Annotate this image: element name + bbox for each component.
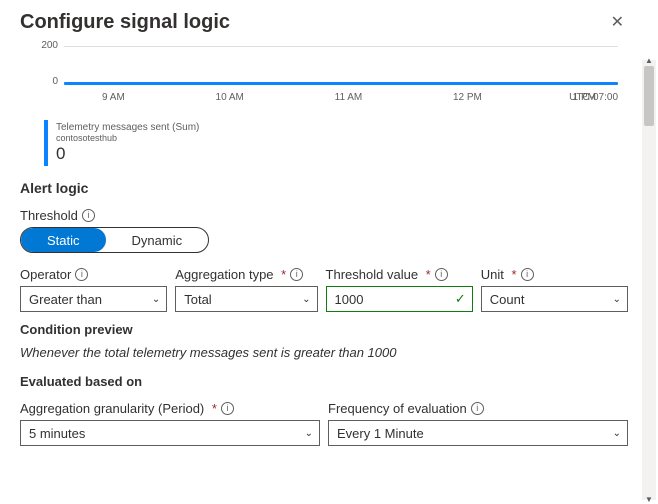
- frequency-value: Every 1 Minute: [337, 426, 424, 441]
- evaluated-heading: Evaluated based on: [20, 374, 628, 389]
- toggle-dynamic[interactable]: Dynamic: [106, 228, 209, 252]
- required-marker: *: [278, 267, 287, 282]
- y-tick: 0: [52, 76, 58, 87]
- unit-value: Count: [490, 292, 525, 307]
- operator-select[interactable]: Greater than ⌄: [20, 286, 167, 312]
- alert-logic-heading: Alert logic: [20, 180, 628, 196]
- panel-title: Configure signal logic: [20, 11, 230, 34]
- required-marker: *: [422, 267, 431, 282]
- granularity-value: 5 minutes: [29, 426, 85, 441]
- legend-value: 0: [56, 144, 618, 164]
- required-marker: *: [208, 401, 217, 416]
- close-icon[interactable]: ✕: [607, 8, 628, 36]
- condition-preview-heading: Condition preview: [20, 322, 628, 337]
- x-tick: 9 AM: [102, 92, 125, 103]
- chevron-down-icon: ⌄: [305, 428, 313, 439]
- threshold-value-label: Threshold value: [326, 267, 419, 282]
- threshold-label: Threshold: [20, 208, 78, 223]
- granularity-label: Aggregation granularity (Period): [20, 401, 204, 416]
- scrollbar[interactable]: ▲ ▼: [642, 60, 656, 500]
- operator-label: Operator: [20, 267, 71, 282]
- x-tick: 11 AM: [335, 92, 363, 103]
- toggle-static[interactable]: Static: [21, 228, 106, 252]
- legend-series-name: Telemetry messages sent (Sum): [56, 122, 618, 133]
- legend-resource: contosotesthub: [56, 133, 618, 143]
- unit-label: Unit: [481, 267, 504, 282]
- operator-value: Greater than: [29, 292, 102, 307]
- x-tick: 10 AM: [216, 92, 244, 103]
- chart-legend: Telemetry messages sent (Sum) contosotes…: [44, 120, 618, 166]
- unit-select[interactable]: Count ⌄: [481, 286, 628, 312]
- x-tick: 12 PM: [453, 92, 482, 103]
- aggregation-type-value: Total: [184, 292, 211, 307]
- info-icon[interactable]: i: [521, 268, 534, 281]
- info-icon[interactable]: i: [82, 209, 95, 222]
- threshold-value: 1000: [335, 292, 364, 307]
- info-icon[interactable]: i: [435, 268, 448, 281]
- aggregation-type-label: Aggregation type: [175, 267, 273, 282]
- scroll-up-icon[interactable]: ▲: [645, 56, 653, 65]
- chevron-down-icon: ⌄: [152, 294, 160, 305]
- check-icon: ✓: [455, 291, 466, 307]
- info-icon[interactable]: i: [75, 268, 88, 281]
- info-icon[interactable]: i: [290, 268, 303, 281]
- frequency-select[interactable]: Every 1 Minute ⌄: [328, 420, 628, 446]
- y-tick: 200: [41, 40, 58, 51]
- chevron-down-icon: ⌄: [302, 294, 310, 305]
- scrollbar-thumb[interactable]: [644, 66, 654, 126]
- granularity-select[interactable]: 5 minutes ⌄: [20, 420, 320, 446]
- info-icon[interactable]: i: [221, 402, 234, 415]
- condition-preview-text: Whenever the total telemetry messages se…: [20, 345, 628, 360]
- timezone-label: UTC-07:00: [569, 92, 618, 103]
- gridline: [64, 46, 618, 47]
- required-marker: *: [508, 267, 517, 282]
- frequency-label: Frequency of evaluation: [328, 401, 467, 416]
- info-icon[interactable]: i: [471, 402, 484, 415]
- chart-line: [64, 82, 618, 85]
- threshold-toggle[interactable]: Static Dynamic: [20, 227, 209, 253]
- aggregation-type-select[interactable]: Total ⌄: [175, 286, 317, 312]
- chevron-down-icon: ⌄: [613, 294, 621, 305]
- chevron-down-icon: ⌄: [613, 428, 621, 439]
- threshold-value-input[interactable]: 1000 ✓: [326, 286, 473, 312]
- metric-chart: 200 0 9 AM 10 AM 11 AM 12 PM 1 PM UTC-07…: [34, 44, 618, 114]
